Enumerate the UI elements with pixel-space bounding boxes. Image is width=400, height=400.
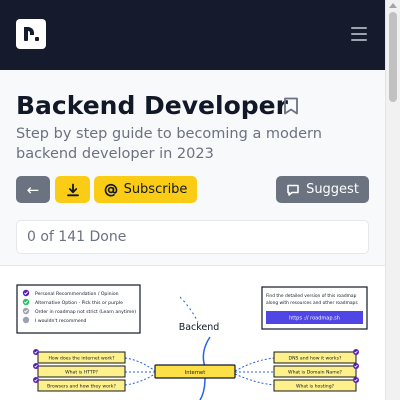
bookmark-icon[interactable] [283,97,299,115]
legend-box: Personal Recommendation / Opinion Altern… [16,284,141,334]
svg-text:What is HTTP?: What is HTTP? [65,370,98,376]
node-hosting[interactable]: What is hosting? [273,377,359,392]
svg-text:Find the detailed version of t: Find the detailed version of this roadma… [266,293,357,299]
info-box: Find the detailed version of this roadma… [261,286,368,330]
top-navbar [0,0,385,70]
svg-text:Browsers and how they work?: Browsers and how they work? [47,384,116,390]
node-browsers[interactable]: Browsers and how they work? [33,377,126,392]
connector-internet-down [199,377,206,400]
svg-text:Order in roadmap not strict (L: Order in roadmap not strict (Learn anyti… [35,309,136,315]
svg-text:DNS and how it works?: DNS and how it works? [289,356,342,362]
roadmap-link-button[interactable]: https :// roadmap.sh [266,311,363,324]
node-what-is-http[interactable]: What is HTTP? [33,363,126,378]
svg-text:What is hosting?: What is hosting? [296,384,335,390]
suggest-button[interactable]: Suggest [276,176,369,203]
download-button[interactable] [55,176,90,203]
subscribe-button[interactable]: Subscribe [94,176,197,203]
subscribe-label: Subscribe [123,182,188,197]
roadmap-center-title: Backend [179,322,220,333]
node-domain-name[interactable]: What is Domain Name? [273,363,359,378]
page-title: Backend Developer [16,91,288,120]
svg-text:What is Domain Name?: What is Domain Name? [288,370,342,376]
hamburger-icon[interactable] [351,27,367,41]
back-button[interactable]: ← [16,176,50,203]
progress-box: 0 of 141 Done [16,220,369,254]
connector-backend-internet [202,336,211,368]
page-scrollbar[interactable] [385,0,400,400]
roadmap-logo[interactable] [16,19,46,49]
scroll-up-arrow-icon[interactable] [389,3,397,8]
connector-right-1 [234,357,275,372]
node-dns[interactable]: DNS and how it works? [273,349,359,364]
svg-text:Personal Recommendation / Opin: Personal Recommendation / Opinion [35,291,119,297]
node-how-internet-works[interactable]: How does the internet work? [33,349,126,364]
suggest-label: Suggest [306,182,359,197]
connector-left-1 [124,357,156,372]
progress-text: 0 of 141 Done [27,229,127,245]
roadmap-svg: Personal Recommendation / Opinion Altern… [16,284,368,400]
roadmap-header: Backend Developer Step by step guide to … [0,70,385,266]
connector-right-3 [234,373,275,386]
page-subtitle: Step by step guide to becoming a modern … [16,126,322,162]
node-internet[interactable]: Internet [154,364,236,379]
svg-text:Alternative Option - Pick this: Alternative Option - Pick this or purple [35,300,123,306]
download-icon [66,183,79,196]
back-arrow-icon: ← [26,180,40,199]
chat-icon [287,184,299,196]
svg-text:along with resources and other: along with resources and other roadmaps [266,300,358,306]
scroll-thumb[interactable] [389,12,397,102]
svg-text:How does the internet work?: How does the internet work? [48,356,115,362]
svg-text:https :// roadmap.sh: https :// roadmap.sh [289,316,340,322]
svg-text:Internet: Internet [185,370,206,376]
connector-left-3 [124,373,156,386]
roadmap-diagram: Personal Recommendation / Opinion Altern… [0,267,385,400]
svg-text:I wouldn't recommend: I wouldn't recommend [35,318,87,324]
connector-top [179,296,199,323]
at-icon [104,183,117,196]
page: Backend Developer Step by step guide to … [0,0,400,400]
